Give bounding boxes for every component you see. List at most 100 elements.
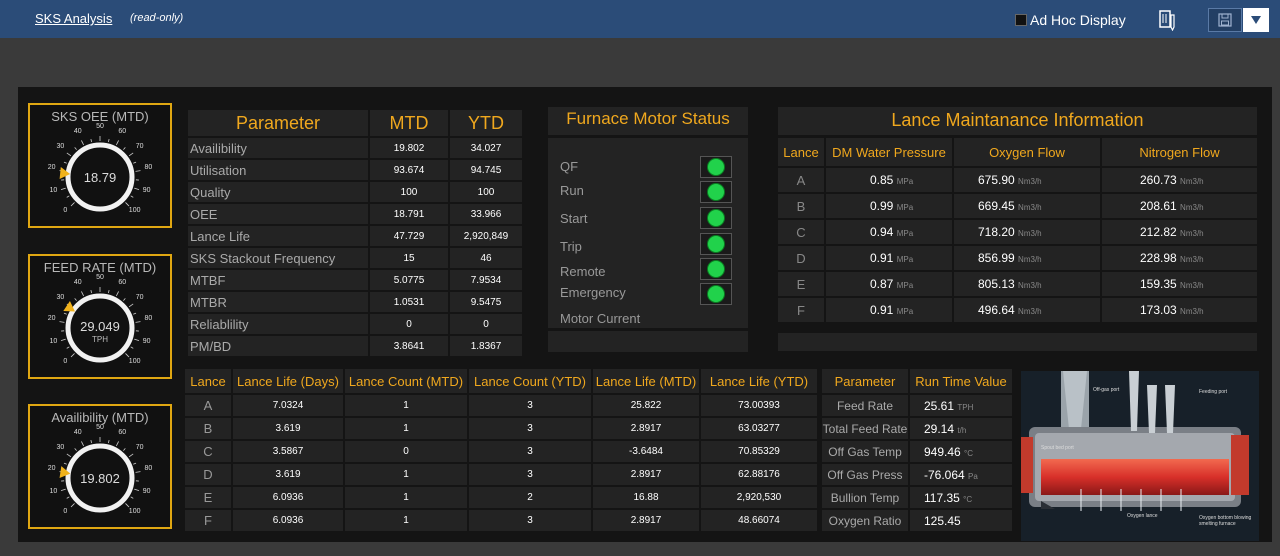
gauge-tick-label: 40 [73,279,82,287]
runtime-value: 25.61 [924,398,955,413]
metric-value: 0.85 [870,173,894,187]
param-ytd: 34.027 [450,138,522,158]
runtime-param: Off Gas Temp [822,441,908,462]
edit-icon[interactable] [1156,8,1178,32]
gauge-0: SKS OEE (MTD) 0 10 20 30 40 50 60 70 80 90 100 18.79 [28,103,172,228]
runtime-table: Parameter Run Time Value Feed Rate 25.61 … [820,367,1014,533]
runtime-value: 29.14 [924,421,955,436]
motor-label-qf: QF [560,159,579,174]
table-row: D 3.619 1 3 2.8917 62.88176 [185,464,817,485]
metric-value: 718.20 [978,225,1015,239]
status-led-icon [700,181,732,203]
page-title[interactable]: SKS Analysis [35,11,112,26]
param-mtd: 15 [370,248,448,268]
gauge-title: Availibility (MTD) [51,410,149,425]
col-lance-life-0: Lance [185,369,231,393]
metric-value: 159.35 [1140,277,1177,291]
table-row: Lance Life 47.729 2,920,849 [188,226,522,246]
runtime-param: Feed Rate [822,395,908,416]
lance-life-cell: 25.822 [593,395,699,416]
gauge-tick-label: 10 [49,488,58,496]
gauge-tick-label: 40 [73,429,82,437]
param-name: Availibility [188,138,368,158]
gauge-value: 18.79 [83,170,117,185]
furnace-diagram: Off-gas port Feeding port Spout bed port… [1021,371,1259,541]
lance-metric: 212.82 Nm3/h [1102,220,1257,244]
table-row: OEE 18.791 33.966 [188,204,522,224]
gauge-tick-label: 100 [128,507,141,515]
feeding-label: Feeding port [1199,389,1228,395]
gauge-tick-label: 90 [142,338,151,346]
motor-label-trip: Trip [560,239,582,254]
param-ytd: 33.966 [450,204,522,224]
table-row: E 6.0936 1 2 16.88 2,920,530 [185,487,817,508]
motor-label-run: Run [560,183,584,198]
lance-id: E [778,272,824,296]
col-lance: Lance [778,138,824,166]
param-ytd: 1.8367 [450,336,522,356]
runtime-value-cell: -76.064 Pa [910,464,1012,485]
gauge-tick-label: 100 [128,357,141,365]
gauge-tick-label: 20 [47,465,56,473]
metric-unit: Nm3/h [1018,307,1042,316]
lance-metric: 0.85 MPa [826,168,952,192]
col-oxygen-flow: Oxygen Flow [954,138,1100,166]
runtime-unit: t/h [957,425,967,435]
gauge-tick-label: 30 [56,143,65,151]
param-ytd: 94.745 [450,160,522,180]
gauge-tick-label: 10 [49,338,58,346]
motor-label-emergency: Emergency [560,285,626,300]
lance-life-cell: 2.8917 [593,464,699,485]
dropdown-arrow-icon[interactable] [1243,8,1269,32]
table-row: Availibility 19.802 34.027 [188,138,522,158]
param-name: MTBF [188,270,368,290]
lance-life-cell: 1 [345,487,467,508]
lance-metric: 669.45 Nm3/h [954,194,1100,218]
runtime-value: 949.46 [924,444,961,459]
col-parameter: Parameter [188,110,368,136]
param-mtd: 47.729 [370,226,448,246]
gauge-unit: TPH [92,335,108,344]
table-row: F 0.91 MPa 496.64 Nm3/h 173.03 Nm3/h [778,298,1257,322]
param-name: MTBR [188,292,368,312]
lance-life-cell: 62.88176 [701,464,817,485]
adhoc-checkbox[interactable] [1015,14,1027,26]
gauge-tick-label: 50 [96,424,104,431]
metric-value: 260.73 [1140,173,1177,187]
oxygen-lance-label: Oxygen lance [1127,513,1158,519]
lance-life-cell: 48.66074 [701,510,817,531]
param-name: Reliablility [188,314,368,334]
adhoc-display-toggle[interactable]: Ad Hoc Display [1015,12,1126,28]
metric-value: 0.91 [870,303,894,317]
table-row: B 0.99 MPa 669.45 Nm3/h 208.61 Nm3/h [778,194,1257,218]
offgas-label: Off-gas port [1093,387,1120,393]
lance-life-cell: 1 [345,418,467,439]
motor-status-title: Furnace Motor Status [566,109,730,128]
table-row: D 0.91 MPa 856.99 Nm3/h 228.98 Nm3/h [778,246,1257,270]
gauge-tick-label: 50 [96,274,104,281]
lance-maint-title: Lance Maintanance Information [891,110,1144,130]
table-row: Total Feed Rate 29.14 t/h [822,418,1012,439]
table-row: Feed Rate 25.61 TPH [822,395,1012,416]
metric-unit: Nm3/h [1180,307,1204,316]
runtime-unit: TPH [957,402,974,412]
lance-metric: 0.94 MPa [826,220,952,244]
metric-value: 173.03 [1140,303,1177,317]
gauge-tick-label: 60 [118,279,127,287]
save-icon[interactable] [1208,8,1242,32]
lance-life-cell: 6.0936 [233,487,343,508]
lance-life-cell: 2.8917 [593,510,699,531]
runtime-unit: Pa [968,471,978,481]
lance-id: F [778,298,824,322]
param-mtd: 0 [370,314,448,334]
param-ytd: 46 [450,248,522,268]
metric-value: 0.87 [870,277,894,291]
metric-unit: Nm3/h [1180,281,1204,290]
metric-unit: Nm3/h [1180,229,1204,238]
table-row: Off Gas Temp 949.46 °C [822,441,1012,462]
runtime-param: Oxygen Ratio [822,510,908,531]
metric-unit: MPa [896,281,914,290]
motor-current-bar [548,331,748,352]
lance-metric: 675.90 Nm3/h [954,168,1100,192]
lance-id: B [778,194,824,218]
